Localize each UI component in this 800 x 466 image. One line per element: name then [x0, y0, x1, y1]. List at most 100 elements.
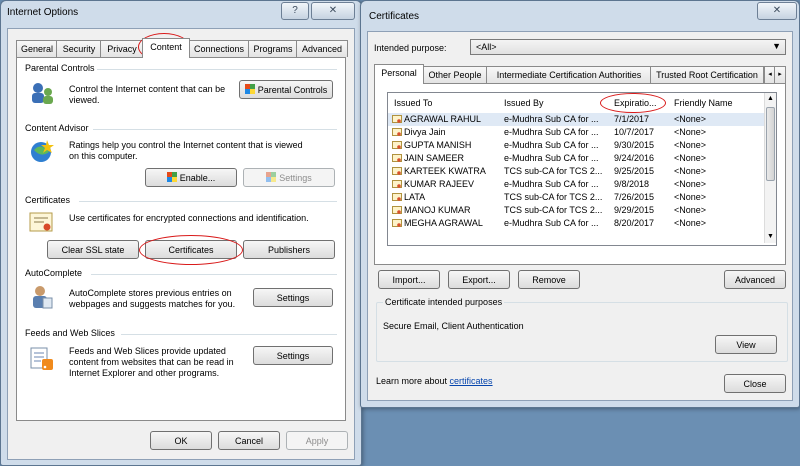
cell-expiration: 10/7/2017 — [614, 127, 655, 137]
table-row[interactable]: GUPTA MANISH e-Mudhra Sub CA for ... 9/30/… — [388, 139, 776, 152]
intended-purpose-select[interactable]: <All> ▼ — [470, 39, 786, 55]
cell-friendly-name: <None> — [674, 166, 707, 176]
remove-button[interactable]: Remove — [518, 270, 580, 289]
cell-expiration: 9/29/2015 — [614, 205, 655, 215]
autocomplete-text: AutoComplete stores previous entries on … — [69, 288, 236, 309]
cell-friendly-name: <None> — [674, 114, 707, 124]
cancel-button[interactable]: Cancel — [218, 431, 280, 450]
content-advisor-settings-button[interactable]: Settings — [243, 168, 335, 187]
column-header-issued-to[interactable]: Issued To — [394, 97, 494, 110]
cell-issued-by: e-Mudhra Sub CA for ... — [504, 179, 599, 189]
tab-privacy[interactable]: Privacy — [100, 40, 144, 57]
internet-options-titlebar[interactable]: Internet Options ? ✕ — [1, 1, 361, 25]
column-header-expiration[interactable]: Expiratio... — [614, 97, 672, 110]
certificates-client: Intended purpose: <All> ▼ Personal Other… — [367, 31, 793, 401]
tab-other-people[interactable]: Other People — [422, 66, 488, 83]
content-advisor-settings-label: Settings — [279, 173, 312, 183]
autocomplete-icon — [29, 284, 55, 312]
tab-advanced[interactable]: Advanced — [296, 40, 348, 57]
table-row[interactable]: MANOJ KUMAR TCS sub-CA for TCS 2... 9/29/2… — [388, 204, 776, 217]
tab-programs[interactable]: Programs — [248, 40, 298, 57]
tab-security[interactable]: Security — [56, 40, 102, 57]
table-row[interactable]: Divya Jain e-Mudhra Sub CA for ... 10/7/20… — [388, 126, 776, 139]
intended-purposes-heading: Certificate intended purposes — [383, 297, 505, 307]
certificates-text: Use certificates for encrypted connectio… — [69, 213, 309, 223]
window-title: Certificates — [369, 11, 420, 22]
cell-issued-to: MEGHA AGRAWAL — [404, 218, 483, 228]
cell-issued-by: e-Mudhra Sub CA for ... — [504, 114, 599, 124]
cell-expiration: 9/25/2015 — [614, 166, 655, 176]
list-scrollbar[interactable]: ▲ ▼ — [764, 93, 776, 243]
cell-issued-by: e-Mudhra Sub CA for ... — [504, 127, 599, 137]
content-advisor-heading: Content Advisor — [25, 123, 89, 133]
advanced-button-label: Advanced — [734, 275, 776, 285]
cell-issued-to: Divya Jain — [404, 127, 446, 137]
export-button[interactable]: Export... — [448, 270, 510, 289]
publishers-button[interactable]: Publishers — [243, 240, 335, 259]
internet-options-window: Internet Options ? ✕ General Security Pr… — [0, 0, 362, 466]
tab-scroll-right[interactable]: ▸ — [774, 66, 786, 83]
cell-expiration: 9/30/2015 — [614, 140, 655, 150]
table-row[interactable]: AGRAWAL RAHUL e-Mudhra Sub CA for ... 7/1/… — [388, 113, 776, 126]
intended-purpose-label: Intended purpose: — [374, 43, 447, 53]
parental-controls-button-label: Parental Controls — [257, 85, 328, 95]
certificates-button[interactable]: Certificates — [145, 240, 237, 259]
close-button[interactable]: ✕ — [311, 2, 355, 20]
table-row[interactable]: MEGHA AGRAWAL e-Mudhra Sub CA for ... 8/20… — [388, 217, 776, 230]
cell-friendly-name: <None> — [674, 140, 707, 150]
table-row[interactable]: JAIN SAMEER e-Mudhra Sub CA for ... 9/24/2… — [388, 152, 776, 165]
cert-tab-strip: Personal Other People Intermediate Certi… — [374, 64, 786, 84]
ok-button[interactable]: OK — [150, 431, 212, 450]
learn-more-text: Learn more about certificates — [376, 376, 493, 386]
cell-issued-by: e-Mudhra Sub CA for ... — [504, 140, 599, 150]
apply-button[interactable]: Apply — [286, 431, 348, 450]
scroll-down-arrow[interactable]: ▼ — [765, 231, 776, 243]
cell-friendly-name: <None> — [674, 153, 707, 163]
tab-general[interactable]: General — [16, 40, 58, 57]
parental-controls-button[interactable]: Parental Controls — [239, 80, 333, 99]
certificate-icon — [392, 219, 402, 232]
tab-intermediate-ca[interactable]: Intermediate Certification Authorities — [486, 66, 652, 83]
cell-issued-by: TCS sub-CA for TCS 2... — [504, 166, 603, 176]
divider — [97, 69, 337, 70]
shield-icon — [266, 170, 277, 182]
cell-issued-to: KUMAR RAJEEV — [404, 179, 475, 189]
chevron-down-icon: ▼ — [772, 41, 781, 51]
enable-button-label: Enable... — [179, 173, 216, 183]
parental-controls-heading: Parental Controls — [25, 63, 95, 73]
tab-personal[interactable]: Personal — [374, 64, 424, 84]
view-button[interactable]: View — [715, 335, 777, 354]
certificates-titlebar[interactable]: Certificates ✕ — [361, 1, 799, 25]
learn-more-prefix: Learn more about — [376, 376, 450, 386]
feeds-icon — [29, 346, 55, 374]
cell-issued-to: KARTEEK KWATRA — [404, 166, 486, 176]
tab-connections[interactable]: Connections — [188, 40, 250, 57]
enable-button[interactable]: Enable... — [145, 168, 237, 187]
cell-expiration: 7/26/2015 — [614, 192, 655, 202]
close-dialog-button[interactable]: Close — [724, 374, 786, 393]
table-row[interactable]: KARTEEK KWATRA TCS sub-CA for TCS 2... 9/2… — [388, 165, 776, 178]
import-button[interactable]: Import... — [378, 270, 440, 289]
personal-tab-panel: Issued To Issued By Expiratio... Friendl… — [374, 83, 786, 265]
table-row[interactable]: LATA TCS sub-CA for TCS 2... 7/26/2015 <Non… — [388, 191, 776, 204]
certificate-list[interactable]: Issued To Issued By Expiratio... Friendl… — [387, 92, 777, 246]
advanced-button[interactable]: Advanced — [724, 270, 786, 289]
scroll-thumb[interactable] — [766, 107, 775, 181]
intended-purposes-group: Certificate intended purposes Secure Ema… — [376, 297, 788, 362]
help-button[interactable]: ? — [281, 2, 309, 20]
feeds-settings-button[interactable]: Settings — [253, 346, 333, 365]
autocomplete-settings-button[interactable]: Settings — [253, 288, 333, 307]
close-button[interactable]: ✕ — [757, 2, 797, 20]
scroll-up-arrow[interactable]: ▲ — [765, 93, 776, 105]
tab-trusted-root[interactable]: Trusted Root Certification — [650, 66, 764, 83]
view-button-label: View — [736, 340, 756, 350]
column-header-friendly-name[interactable]: Friendly Name — [674, 97, 754, 110]
certificates-link[interactable]: certificates — [450, 376, 493, 386]
clear-ssl-state-button[interactable]: Clear SSL state — [47, 240, 139, 259]
cell-friendly-name: <None> — [674, 218, 707, 228]
close-button-label: Close — [743, 379, 767, 389]
column-header-issued-by[interactable]: Issued By — [504, 97, 584, 110]
table-row[interactable]: KUMAR RAJEEV e-Mudhra Sub CA for ... 9/8/2… — [388, 178, 776, 191]
tab-content[interactable]: Content — [142, 38, 190, 58]
cell-issued-by: TCS sub-CA for TCS 2... — [504, 205, 603, 215]
